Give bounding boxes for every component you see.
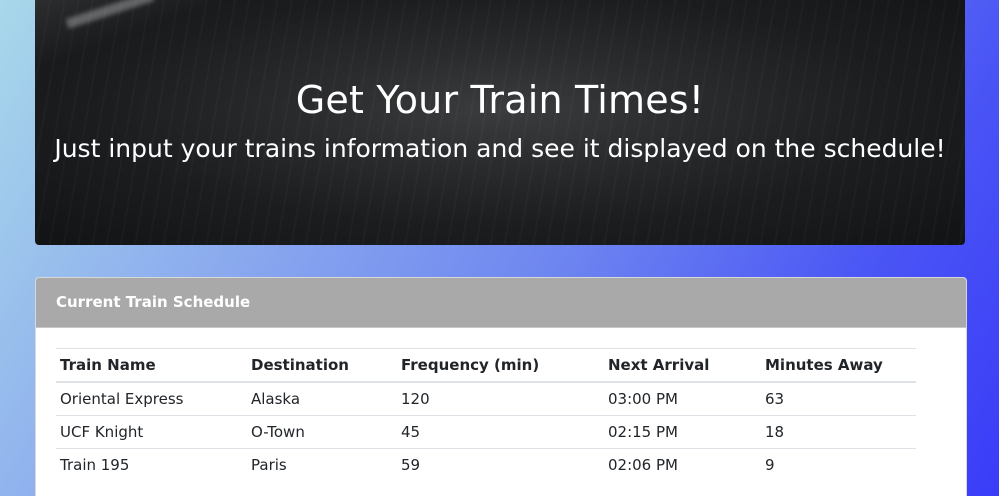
table-row: UCF Knight O-Town 45 02:15 PM 18 xyxy=(56,415,916,449)
table-row: Train 195 Paris 59 02:06 PM 9 xyxy=(56,448,916,481)
train-schedule-table: Train Name Destination Frequency (min) N… xyxy=(56,348,916,481)
column-header-train-name: Train Name xyxy=(56,348,247,383)
table-row: Oriental Express Alaska 120 03:00 PM 63 xyxy=(56,381,916,416)
table-header-row: Train Name Destination Frequency (min) N… xyxy=(56,348,916,383)
column-header-destination: Destination xyxy=(247,348,397,383)
hero-title: Get Your Train Times! xyxy=(295,78,705,122)
cell-minutes-away: 18 xyxy=(761,415,916,449)
column-header-next-arrival: Next Arrival xyxy=(604,348,761,383)
cell-destination: O-Town xyxy=(247,415,397,449)
cell-train-name: Train 195 xyxy=(56,448,247,481)
cell-train-name: UCF Knight xyxy=(56,415,247,449)
cell-next-arrival: 03:00 PM xyxy=(604,381,761,416)
cell-train-name: Oriental Express xyxy=(56,381,247,416)
cell-frequency: 59 xyxy=(397,448,604,481)
cell-destination: Paris xyxy=(247,448,397,481)
schedule-card-header: Current Train Schedule xyxy=(36,278,966,328)
column-header-frequency: Frequency (min) xyxy=(397,348,604,383)
hero-jumbotron: Get Your Train Times! Just input your tr… xyxy=(35,0,965,245)
schedule-card-body: Train Name Destination Frequency (min) N… xyxy=(36,328,966,481)
cell-next-arrival: 02:15 PM xyxy=(604,415,761,449)
cell-frequency: 120 xyxy=(397,381,604,416)
cell-next-arrival: 02:06 PM xyxy=(604,448,761,481)
cell-minutes-away: 63 xyxy=(761,381,916,416)
cell-frequency: 45 xyxy=(397,415,604,449)
hero-subtitle: Just input your trains information and s… xyxy=(54,134,946,163)
cell-destination: Alaska xyxy=(247,381,397,416)
column-header-minutes-away: Minutes Away xyxy=(761,348,916,383)
train-schedule-card: Current Train Schedule Train Name Destin… xyxy=(35,277,967,496)
cell-minutes-away: 9 xyxy=(761,448,916,481)
